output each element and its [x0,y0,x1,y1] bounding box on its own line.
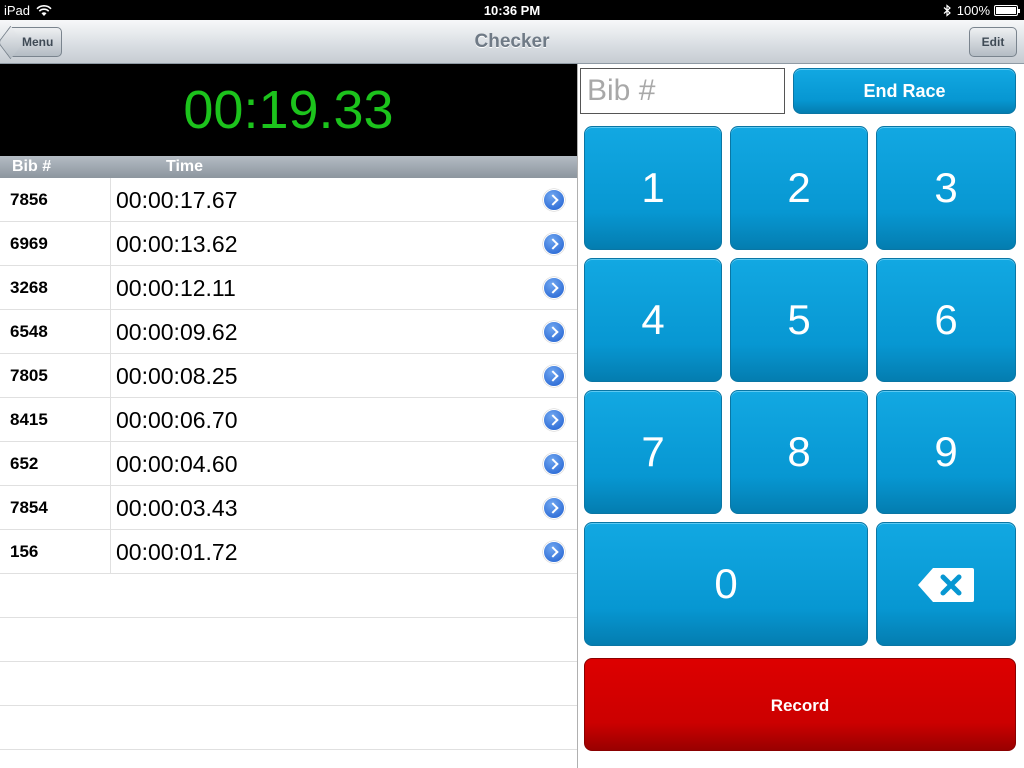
row-divider [110,442,111,486]
detail-disclosure-icon[interactable] [543,277,565,299]
result-row[interactable]: 156 00:00:01.72 [0,530,577,574]
detail-disclosure-icon[interactable] [543,321,565,343]
edit-button[interactable]: Edit [969,27,1017,57]
empty-row [0,662,577,706]
column-header-time: Time [166,158,204,175]
result-row[interactable]: 3268 00:00:12.11 [0,266,577,310]
result-row[interactable]: 652 00:00:04.60 [0,442,577,486]
row-bib: 156 [10,542,39,561]
row-bib: 6969 [10,234,48,253]
row-time: 00:00:06.70 [116,407,238,433]
bluetooth-icon [943,4,951,17]
row-bib: 3268 [10,278,48,297]
end-race-button[interactable]: End Race [793,68,1016,114]
row-bib: 8415 [10,410,48,429]
result-row[interactable]: 6548 00:00:09.62 [0,310,577,354]
page-title: Checker [474,31,550,52]
record-button[interactable]: Record [584,658,1016,751]
results-list: 7856 00:00:17.67 6969 00:00:13.62 3268 0… [0,178,577,750]
keypad-key-8[interactable]: 8 [730,390,868,514]
keypad-key-7[interactable]: 7 [584,390,722,514]
result-row[interactable]: 7854 00:00:03.43 [0,486,577,530]
results-table-header: Bib # Time [0,156,577,178]
detail-disclosure-icon[interactable] [543,541,565,563]
column-header-bib: Bib # [12,158,52,175]
battery-icon [994,5,1020,16]
detail-disclosure-icon[interactable] [543,233,565,255]
result-row[interactable]: 7856 00:00:17.67 [0,178,577,222]
bib-number-input[interactable] [580,68,785,114]
detail-disclosure-icon[interactable] [543,409,565,431]
battery-percent: 100% [956,3,990,18]
row-time: 00:00:08.25 [116,363,238,389]
result-row[interactable]: 8415 00:00:06.70 [0,398,577,442]
row-divider [110,530,111,574]
result-row[interactable]: 6969 00:00:13.62 [0,222,577,266]
row-divider [110,178,111,222]
race-timer-display: 00:19.33 [0,64,577,156]
row-divider [110,266,111,310]
status-bar: iPad 10:36 PM 100% [0,0,1024,20]
row-time: 00:00:17.67 [116,187,238,213]
row-bib: 7856 [10,190,48,209]
row-time: 00:00:13.62 [116,231,238,257]
result-row[interactable]: 7805 00:00:08.25 [0,354,577,398]
row-divider [110,486,111,530]
detail-disclosure-icon[interactable] [543,453,565,475]
backspace-icon [918,568,974,602]
detail-disclosure-icon[interactable] [543,365,565,387]
keypad-key-2[interactable]: 2 [730,126,868,250]
row-time: 00:00:12.11 [116,275,236,301]
row-divider [110,398,111,442]
row-bib: 6548 [10,322,48,341]
detail-disclosure-icon[interactable] [543,497,565,519]
row-time: 00:00:01.72 [116,539,238,565]
backspace-button[interactable] [876,522,1016,646]
empty-row [0,618,577,662]
empty-row [0,706,577,750]
detail-disclosure-icon[interactable] [543,189,565,211]
keypad-key-9[interactable]: 9 [876,390,1016,514]
pane-divider [577,64,578,768]
row-bib: 7805 [10,366,48,385]
row-divider [110,310,111,354]
keypad-key-1[interactable]: 1 [584,126,722,250]
row-time: 00:00:03.43 [116,495,238,521]
keypad-key-4[interactable]: 4 [584,258,722,382]
row-divider [110,354,111,398]
row-time: 00:00:09.62 [116,319,238,345]
keypad-key-0[interactable]: 0 [584,522,868,646]
keypad-key-5[interactable]: 5 [730,258,868,382]
empty-row [0,574,577,618]
row-bib: 652 [10,454,39,473]
status-time: 10:36 PM [483,3,541,18]
keypad-key-6[interactable]: 6 [876,258,1016,382]
navigation-bar: Menu Checker Edit [0,20,1024,64]
row-bib: 7854 [10,498,48,517]
keypad-key-3[interactable]: 3 [876,126,1016,250]
status-right: 100% [942,3,1020,18]
row-divider [110,222,111,266]
row-time: 00:00:04.60 [116,451,238,477]
